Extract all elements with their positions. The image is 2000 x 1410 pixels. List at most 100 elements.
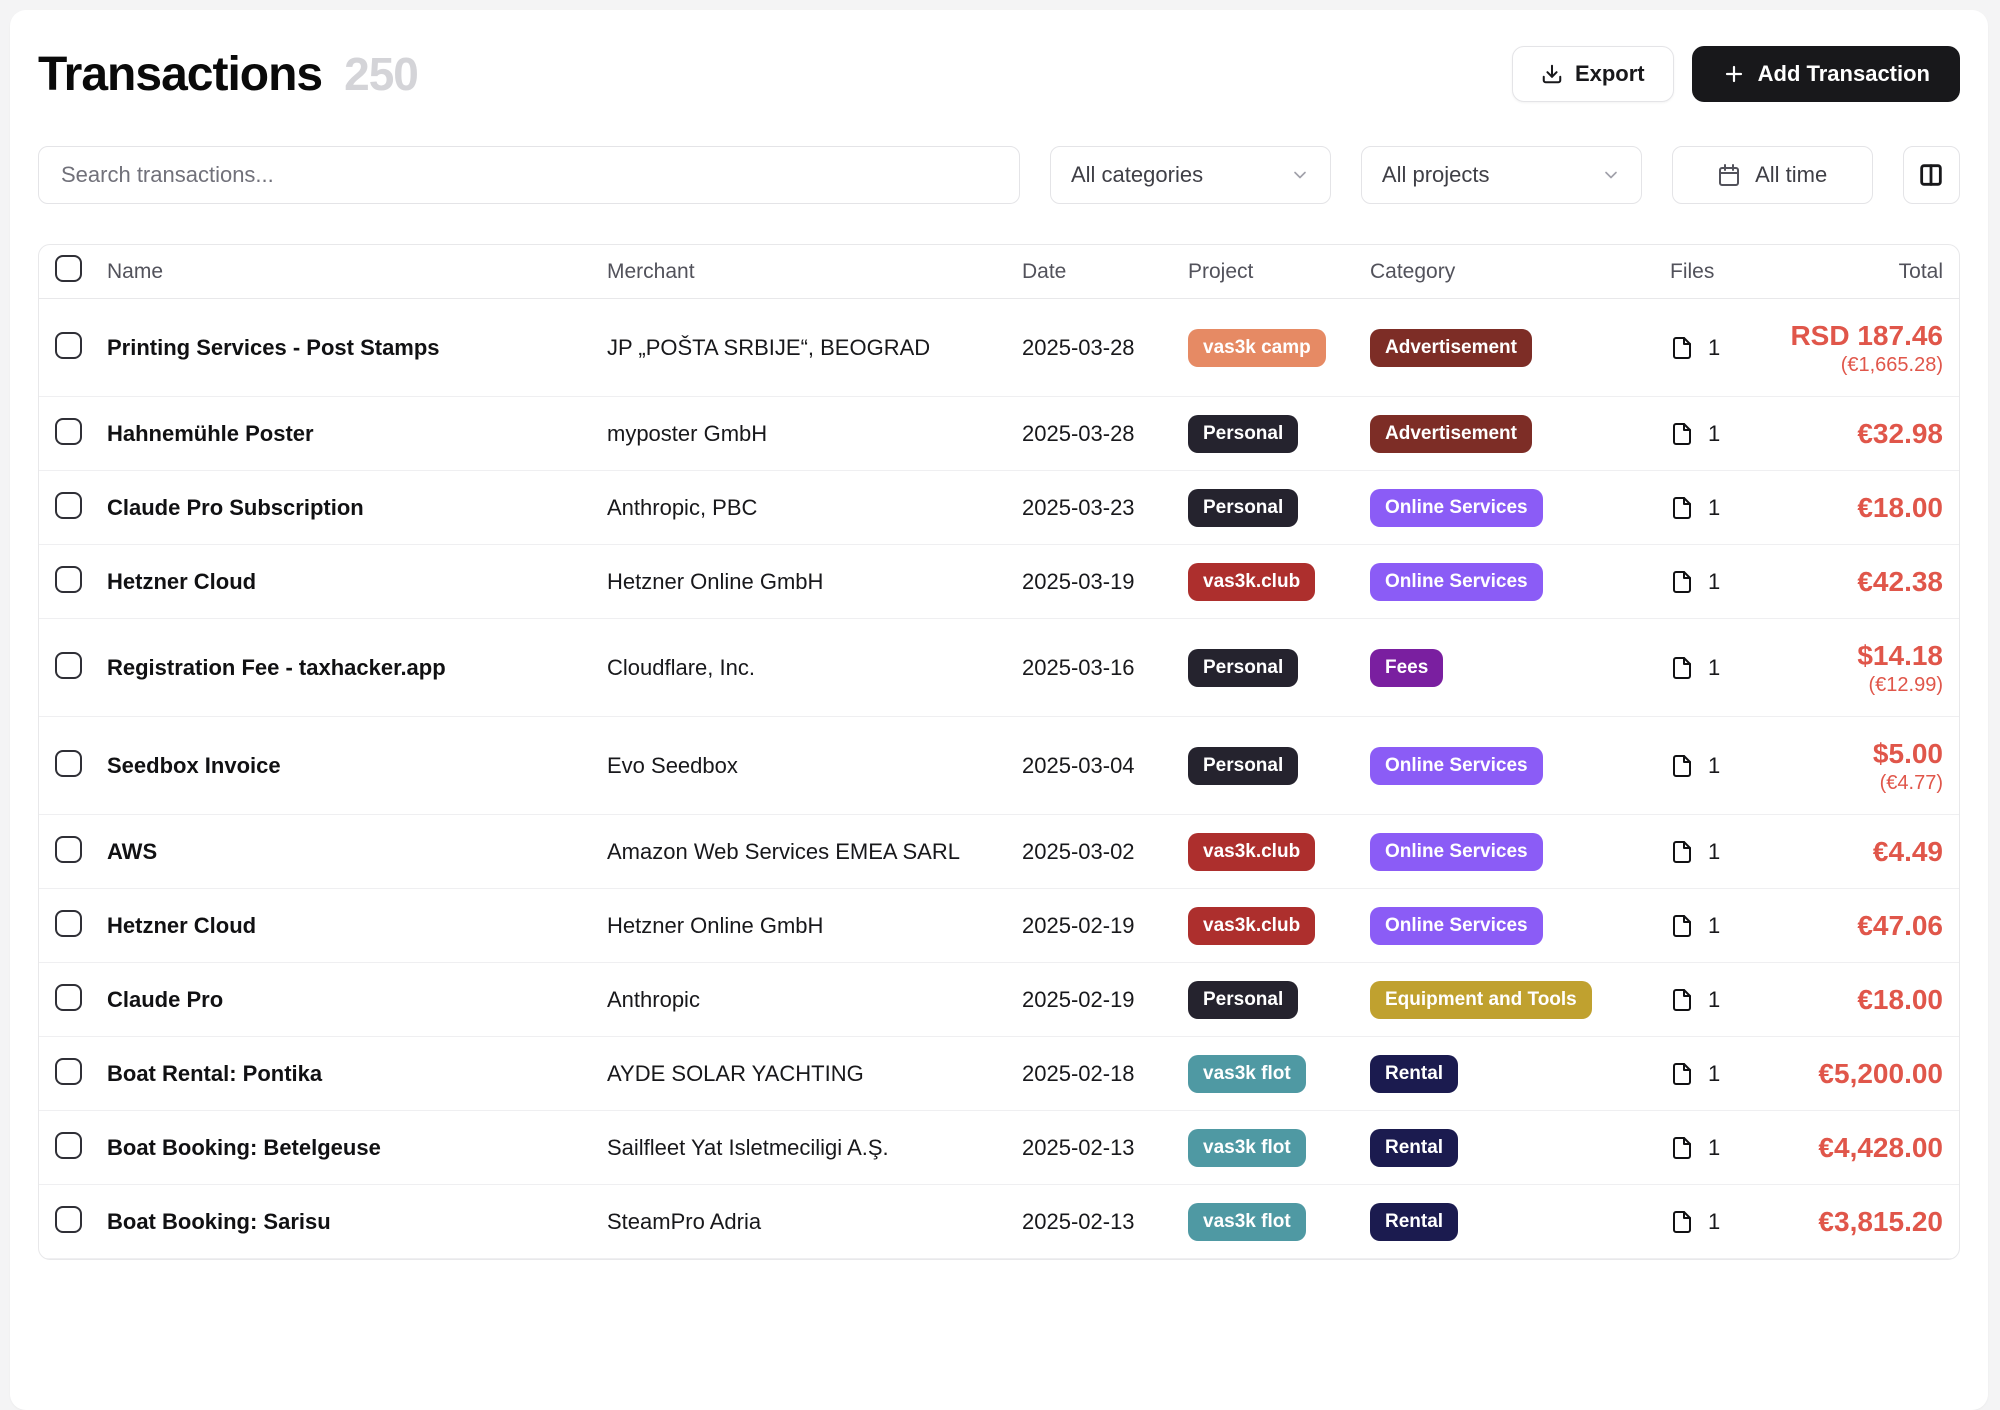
categories-filter[interactable]: All categories <box>1050 146 1331 204</box>
date-range-filter-value: All time <box>1755 162 1827 188</box>
files-count: 1 <box>1708 839 1720 865</box>
table-header-row: Name Merchant Date Project Category File… <box>39 245 1959 299</box>
table-row[interactable]: Boat Booking: Sarisu SteamPro Adria 2025… <box>39 1185 1959 1259</box>
table-row[interactable]: Boat Rental: Pontika AYDE SOLAR YACHTING… <box>39 1037 1959 1111</box>
total-cell: €32.98 <box>1790 416 1943 451</box>
total-cell: €4.49 <box>1790 834 1943 869</box>
transaction-merchant: Anthropic, PBC <box>607 495 1022 521</box>
date-range-filter[interactable]: All time <box>1672 146 1873 204</box>
files-cell: 1 <box>1670 569 1790 595</box>
page-title: Transactions <box>38 47 322 102</box>
row-checkbox[interactable] <box>55 492 82 519</box>
total-amount: RSD 187.46 <box>1790 318 1943 353</box>
table-row[interactable]: Hetzner Cloud Hetzner Online GmbH 2025-0… <box>39 545 1959 619</box>
project-badge[interactable]: Personal <box>1188 747 1298 785</box>
files-count: 1 <box>1708 1135 1720 1161</box>
files-cell: 1 <box>1670 335 1790 361</box>
files-count: 1 <box>1708 495 1720 521</box>
column-header-date: Date <box>1022 260 1188 284</box>
export-button[interactable]: Export <box>1512 46 1674 102</box>
files-cell: 1 <box>1670 1209 1790 1235</box>
category-badge[interactable]: Equipment and Tools <box>1370 981 1592 1019</box>
files-count: 1 <box>1708 421 1720 447</box>
project-badge[interactable]: vas3k.club <box>1188 907 1315 945</box>
column-settings-button[interactable] <box>1903 146 1960 204</box>
transactions-table: Name Merchant Date Project Category File… <box>38 244 1960 1260</box>
project-badge[interactable]: Personal <box>1188 415 1298 453</box>
category-badge[interactable]: Rental <box>1370 1055 1458 1093</box>
project-badge[interactable]: vas3k.club <box>1188 563 1315 601</box>
project-badge[interactable]: vas3k flot <box>1188 1129 1306 1167</box>
row-checkbox[interactable] <box>55 1206 82 1233</box>
header-actions: Export Add Transaction <box>1512 46 1960 102</box>
table-row[interactable]: Claude Pro Anthropic 2025-02-19 Personal… <box>39 963 1959 1037</box>
files-cell: 1 <box>1670 421 1790 447</box>
total-cell: €18.00 <box>1790 982 1943 1017</box>
projects-filter[interactable]: All projects <box>1361 146 1642 204</box>
table-row[interactable]: AWS Amazon Web Services EMEA SARL 2025-0… <box>39 815 1959 889</box>
projects-filter-value: All projects <box>1382 162 1490 188</box>
category-badge[interactable]: Rental <box>1370 1203 1458 1241</box>
table-row[interactable]: Seedbox Invoice Evo Seedbox 2025-03-04 P… <box>39 717 1959 815</box>
category-badge[interactable]: Online Services <box>1370 489 1543 527</box>
category-badge[interactable]: Online Services <box>1370 907 1543 945</box>
transaction-merchant: myposter GmbH <box>607 421 1022 447</box>
row-checkbox[interactable] <box>55 750 82 777</box>
table-row[interactable]: Hahnemühle Poster myposter GmbH 2025-03-… <box>39 397 1959 471</box>
project-badge[interactable]: vas3k.club <box>1188 833 1315 871</box>
category-badge[interactable]: Online Services <box>1370 747 1543 785</box>
row-checkbox[interactable] <box>55 836 82 863</box>
transaction-name: Boat Booking: Betelgeuse <box>107 1135 607 1161</box>
category-badge[interactable]: Advertisement <box>1370 329 1532 367</box>
row-checkbox[interactable] <box>55 984 82 1011</box>
row-checkbox[interactable] <box>55 652 82 679</box>
total-cell: $14.18 (€12.99) <box>1790 638 1943 698</box>
table-row[interactable]: Claude Pro Subscription Anthropic, PBC 2… <box>39 471 1959 545</box>
plus-icon <box>1722 62 1746 86</box>
project-badge[interactable]: vas3k flot <box>1188 1203 1306 1241</box>
files-cell: 1 <box>1670 839 1790 865</box>
row-checkbox[interactable] <box>55 566 82 593</box>
search-input[interactable] <box>61 162 997 188</box>
row-checkbox[interactable] <box>55 332 82 359</box>
category-badge[interactable]: Online Services <box>1370 833 1543 871</box>
select-all-checkbox[interactable] <box>55 255 82 282</box>
category-badge[interactable]: Online Services <box>1370 563 1543 601</box>
project-badge[interactable]: vas3k flot <box>1188 1055 1306 1093</box>
category-badge[interactable]: Fees <box>1370 649 1443 687</box>
table-row[interactable]: Registration Fee - taxhacker.app Cloudfl… <box>39 619 1959 717</box>
files-cell: 1 <box>1670 1061 1790 1087</box>
row-checkbox[interactable] <box>55 910 82 937</box>
table-row[interactable]: Hetzner Cloud Hetzner Online GmbH 2025-0… <box>39 889 1959 963</box>
transaction-date: 2025-03-23 <box>1022 495 1188 521</box>
files-cell: 1 <box>1670 495 1790 521</box>
file-icon <box>1670 753 1694 779</box>
transaction-merchant: Cloudflare, Inc. <box>607 655 1022 681</box>
files-count: 1 <box>1708 987 1720 1013</box>
project-badge[interactable]: Personal <box>1188 649 1298 687</box>
add-transaction-button[interactable]: Add Transaction <box>1692 46 1960 102</box>
total-amount: €3,815.20 <box>1790 1204 1943 1239</box>
transaction-date: 2025-03-16 <box>1022 655 1188 681</box>
files-cell: 1 <box>1670 1135 1790 1161</box>
total-secondary-amount: (€1,665.28) <box>1790 353 1943 378</box>
total-amount: €4,428.00 <box>1790 1130 1943 1165</box>
file-icon <box>1670 1061 1694 1087</box>
project-badge[interactable]: Personal <box>1188 981 1298 1019</box>
transaction-merchant: Hetzner Online GmbH <box>607 913 1022 939</box>
transaction-name: Registration Fee - taxhacker.app <box>107 655 607 681</box>
project-badge[interactable]: Personal <box>1188 489 1298 527</box>
row-checkbox[interactable] <box>55 418 82 445</box>
transaction-date: 2025-03-28 <box>1022 421 1188 447</box>
column-header-name: Name <box>107 260 607 284</box>
category-badge[interactable]: Rental <box>1370 1129 1458 1167</box>
table-row[interactable]: Boat Booking: Betelgeuse Sailfleet Yat I… <box>39 1111 1959 1185</box>
total-cell: €18.00 <box>1790 490 1943 525</box>
row-checkbox[interactable] <box>55 1132 82 1159</box>
row-checkbox[interactable] <box>55 1058 82 1085</box>
download-icon <box>1541 63 1563 85</box>
table-row[interactable]: Printing Services - Post Stamps JP „POŠT… <box>39 299 1959 397</box>
project-badge[interactable]: vas3k camp <box>1188 329 1326 367</box>
transaction-name: Boat Booking: Sarisu <box>107 1209 607 1235</box>
category-badge[interactable]: Advertisement <box>1370 415 1532 453</box>
